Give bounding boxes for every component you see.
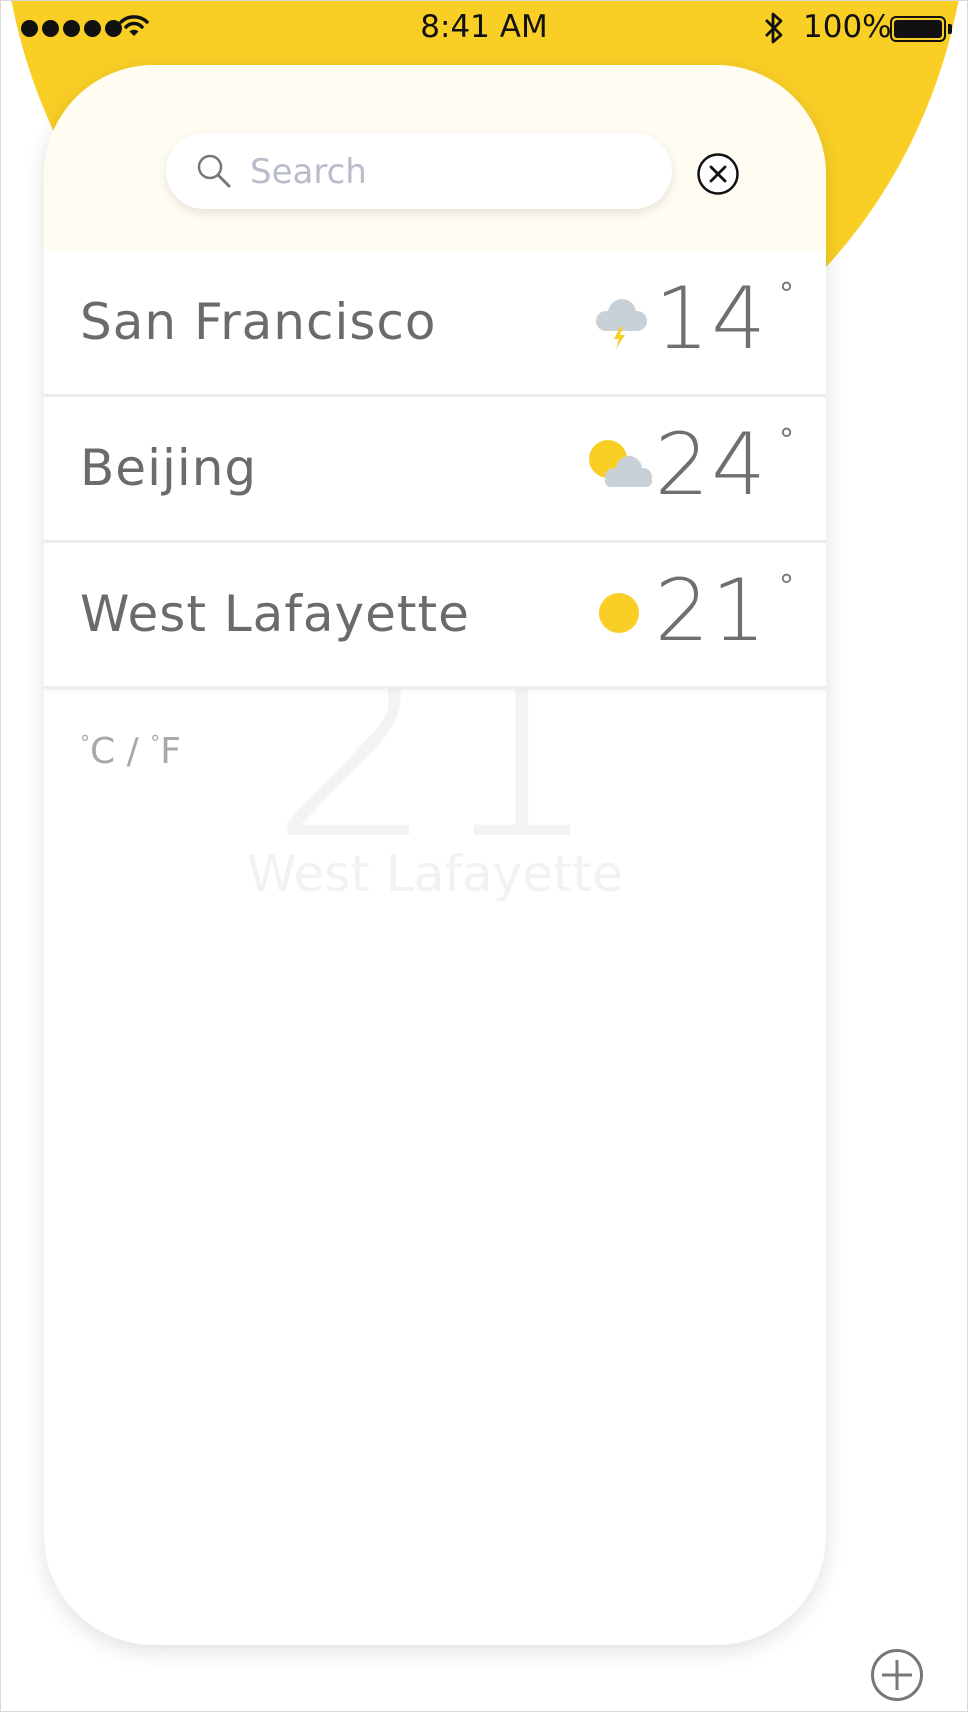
city-name: Beijing (80, 439, 258, 497)
celsius-option[interactable]: C (90, 731, 115, 772)
degree-symbol: ° (80, 731, 90, 755)
search-icon (197, 154, 231, 188)
battery-icon (890, 16, 946, 42)
unit-separator: / (126, 731, 139, 772)
city-row-west-lafayette[interactable]: West Lafayette 21 ° (44, 543, 826, 689)
locations-card: 21 West Lafayette San Francisco 14 ° Bei… (44, 65, 826, 1645)
degree-symbol: ° (779, 277, 794, 312)
city-name: West Lafayette (80, 585, 470, 643)
degree-symbol: ° (779, 423, 794, 458)
partly-cloudy-icon (589, 440, 652, 487)
thunderstorm-icon (596, 299, 647, 349)
add-city-button[interactable] (870, 1648, 924, 1702)
degree-symbol: ° (150, 731, 161, 755)
city-list: San Francisco 14 ° Beijing 24 ° West Laf… (44, 251, 826, 689)
city-name: San Francisco (80, 293, 437, 351)
sun-icon (599, 593, 639, 633)
close-search-button[interactable] (696, 152, 740, 196)
city-row-beijing[interactable]: Beijing 24 ° (44, 397, 826, 543)
city-temperature: 14 (654, 269, 768, 369)
search-header (44, 65, 826, 251)
search-input[interactable] (248, 143, 652, 201)
degree-symbol: ° (779, 569, 794, 604)
background-city-name: West Lafayette (247, 845, 623, 903)
fahrenheit-option[interactable]: F (160, 731, 181, 772)
bluetooth-icon (765, 12, 783, 44)
status-bar: 8:41 AM 100% (1, 1, 967, 55)
city-temperature: 21 (654, 561, 768, 661)
app-screen: 8:41 AM 100% 21 West Lafayette (0, 0, 968, 1712)
unit-toggle[interactable]: °C / °F (80, 731, 181, 772)
city-row-san-francisco[interactable]: San Francisco 14 ° (44, 251, 826, 397)
city-temperature: 24 (654, 415, 768, 515)
search-bar[interactable] (166, 133, 672, 209)
battery-percentage: 100% (803, 9, 892, 45)
